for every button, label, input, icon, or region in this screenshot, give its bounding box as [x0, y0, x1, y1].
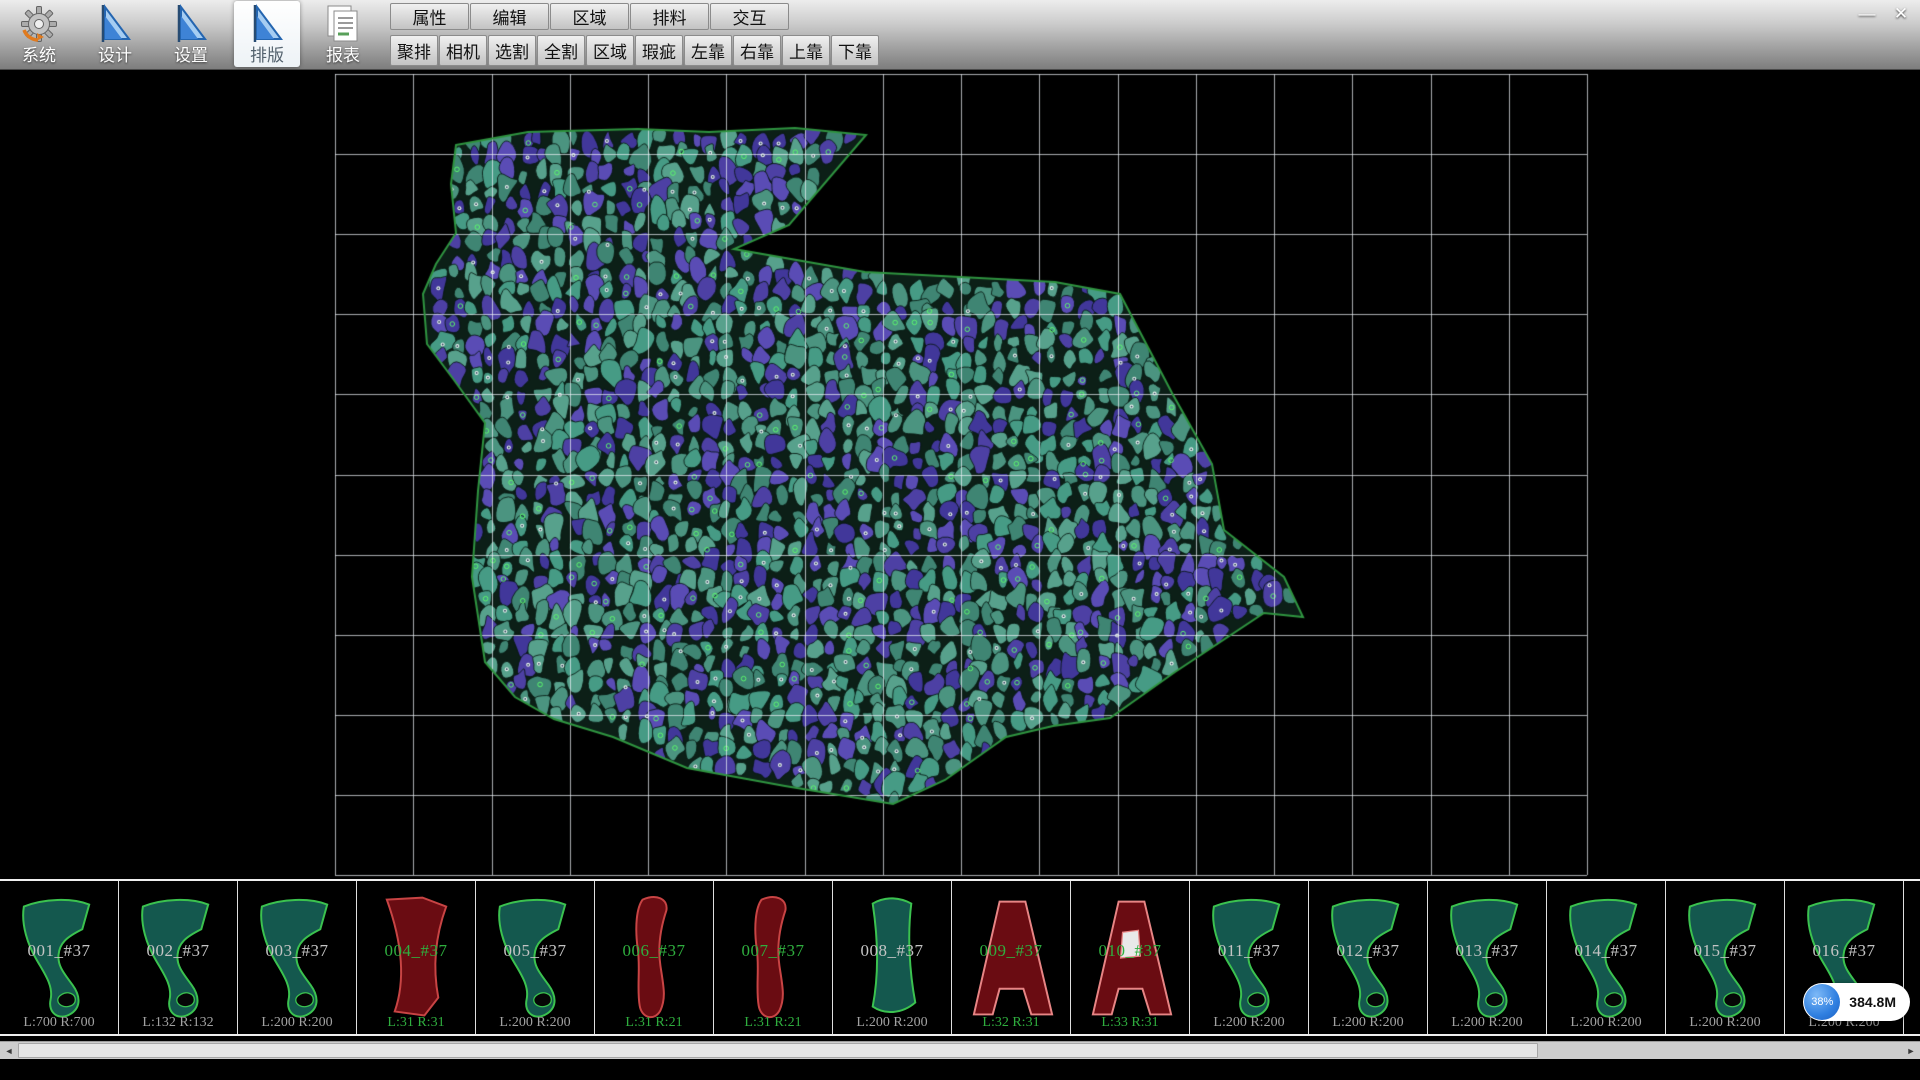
- app-tab-layout[interactable]: 排版: [234, 1, 300, 67]
- sail-icon: [169, 2, 213, 46]
- part-name: 001_#37: [0, 941, 118, 961]
- part-lr-label: L:200 R:200: [1428, 1015, 1546, 1031]
- part-name: 006_#37: [595, 941, 713, 961]
- part-name: 002_#37: [119, 941, 237, 961]
- menu-button-2[interactable]: 编辑: [470, 3, 549, 30]
- part-item-006_#37[interactable]: 006_#37 L:31 R:21: [595, 881, 714, 1034]
- part-name: 008_#37: [833, 941, 951, 961]
- part-item-014_#37[interactable]: 014_#37 L:200 R:200: [1547, 881, 1666, 1034]
- part-name: 007_#37: [714, 941, 832, 961]
- part-name: 009_#37: [952, 941, 1070, 961]
- scrollbar-thumb[interactable]: [18, 1043, 1538, 1058]
- part-item-002_#37[interactable]: 002_#37 L:132 R:132: [119, 881, 238, 1034]
- menu-area: 属性编辑区域排料交互 聚排相机选割全割区域瑕疵左靠右靠上靠下靠: [390, 0, 880, 69]
- menu-button-1[interactable]: 属性: [390, 3, 469, 30]
- tool-button-9[interactable]: 上靠: [782, 35, 830, 66]
- part-lr-label: L:31 R:21: [714, 1015, 832, 1031]
- part-lr-label: L:33 R:31: [1071, 1015, 1189, 1031]
- memory-usage-badge[interactable]: 38% 384.8M: [1803, 983, 1910, 1021]
- part-name: 003_#37: [238, 941, 356, 961]
- part-item-013_#37[interactable]: 013_#37 L:200 R:200: [1428, 881, 1547, 1034]
- part-name: 014_#37: [1547, 941, 1665, 961]
- app-tab-label: 系统: [22, 46, 56, 66]
- part-lr-label: L:200 R:200: [476, 1015, 594, 1031]
- main-toolbar: 系统设计设置排版报表 属性编辑区域排料交互 聚排相机选割全割区域瑕疵左靠右靠上靠…: [0, 0, 1920, 70]
- part-name: 011_#37: [1190, 941, 1308, 961]
- menu-button-3[interactable]: 区域: [550, 3, 629, 30]
- part-name: 015_#37: [1666, 941, 1784, 961]
- sail-icon: [93, 2, 137, 46]
- part-item-003_#37[interactable]: 003_#37 L:200 R:200: [238, 881, 357, 1034]
- app-tab-label: 设置: [174, 46, 208, 66]
- menu-button-5[interactable]: 交互: [710, 3, 789, 30]
- tool-button-7[interactable]: 左靠: [684, 35, 732, 66]
- app-tab-system[interactable]: 系统: [6, 1, 72, 67]
- tool-button-8[interactable]: 右靠: [733, 35, 781, 66]
- part-lr-label: L:700 R:700: [0, 1015, 118, 1031]
- tool-button-4[interactable]: 全割: [537, 35, 585, 66]
- part-lr-label: L:200 R:200: [1309, 1015, 1427, 1031]
- minimize-icon[interactable]: —: [1854, 3, 1880, 25]
- menu-row-primary: 属性编辑区域排料交互: [390, 0, 880, 33]
- part-item-008_#37[interactable]: 008_#37 L:200 R:200: [833, 881, 952, 1034]
- window-controls: — ✕: [1854, 3, 1914, 25]
- app-tab-label: 设计: [98, 46, 132, 66]
- part-lr-label: L:32 R:31: [952, 1015, 1070, 1031]
- part-lr-label: L:200 R:200: [1547, 1015, 1665, 1031]
- report-icon: [321, 2, 365, 46]
- nesting-canvas[interactable]: [0, 70, 1920, 879]
- app-tab-settings[interactable]: 设置: [158, 1, 224, 67]
- tool-button-2[interactable]: 相机: [439, 35, 487, 66]
- part-lr-label: L:200 R:200: [1190, 1015, 1308, 1031]
- horizontal-scrollbar[interactable]: ◄ ►: [0, 1041, 1920, 1059]
- tool-button-10[interactable]: 下靠: [831, 35, 879, 66]
- part-item-011_#37[interactable]: 011_#37 L:200 R:200: [1190, 881, 1309, 1034]
- part-name: 004_#37: [357, 941, 475, 961]
- tool-button-5[interactable]: 区域: [586, 35, 634, 66]
- part-item-001_#37[interactable]: 001_#37 L:700 R:700: [0, 881, 119, 1034]
- part-name: 013_#37: [1428, 941, 1546, 961]
- menu-row-tools: 聚排相机选割全割区域瑕疵左靠右靠上靠下靠: [390, 33, 880, 69]
- sail-icon: [245, 2, 289, 46]
- tool-button-3[interactable]: 选割: [488, 35, 536, 66]
- part-item-010_#37[interactable]: 010_#37 L:33 R:31: [1071, 881, 1190, 1034]
- part-item-015_#37[interactable]: 015_#37 L:200 R:200: [1666, 881, 1785, 1034]
- scroll-left-arrow-icon[interactable]: ◄: [0, 1042, 18, 1059]
- part-lr-label: L:31 R:31: [357, 1015, 475, 1031]
- tool-button-6[interactable]: 瑕疵: [635, 35, 683, 66]
- part-item-009_#37[interactable]: 009_#37 L:32 R:31: [952, 881, 1071, 1034]
- application-window: 系统设计设置排版报表 属性编辑区域排料交互 聚排相机选割全割区域瑕疵左靠右靠上靠…: [0, 0, 1920, 1080]
- part-name: 016_#37: [1785, 941, 1903, 961]
- part-item-004_#37[interactable]: 004_#37 L:31 R:31: [357, 881, 476, 1034]
- gear-icon: [17, 2, 61, 46]
- menu-button-4[interactable]: 排料: [630, 3, 709, 30]
- part-lr-label: L:132 R:132: [119, 1015, 237, 1031]
- part-lr-label: L:31 R:21: [595, 1015, 713, 1031]
- part-lr-label: L:200 R:200: [238, 1015, 356, 1031]
- part-name: 012_#37: [1309, 941, 1427, 961]
- part-name: 005_#37: [476, 941, 594, 961]
- part-item-012_#37[interactable]: 012_#37 L:200 R:200: [1309, 881, 1428, 1034]
- app-tab-label: 报表: [326, 46, 360, 66]
- app-tab-label: 排版: [250, 46, 284, 66]
- part-name: 010_#37: [1071, 941, 1189, 961]
- progress-circle: 38%: [1804, 984, 1840, 1020]
- part-item-007_#37[interactable]: 007_#37 L:31 R:21: [714, 881, 833, 1034]
- close-icon[interactable]: ✕: [1888, 3, 1914, 25]
- part-lr-label: L:200 R:200: [1666, 1015, 1784, 1031]
- part-lr-label: L:200 R:200: [833, 1015, 951, 1031]
- app-tab-report[interactable]: 报表: [310, 1, 376, 67]
- memory-label: 384.8M: [1849, 994, 1896, 1010]
- app-tab-design[interactable]: 设计: [82, 1, 148, 67]
- tool-button-1[interactable]: 聚排: [390, 35, 438, 66]
- scroll-right-arrow-icon[interactable]: ►: [1902, 1042, 1920, 1059]
- part-item-005_#37[interactable]: 005_#37 L:200 R:200: [476, 881, 595, 1034]
- app-launcher: 系统 设计 设置 排版 报表: [0, 0, 390, 69]
- parts-panel: 001_#37L:700 R:700002_#37L:132 R:132003_…: [0, 879, 1920, 1036]
